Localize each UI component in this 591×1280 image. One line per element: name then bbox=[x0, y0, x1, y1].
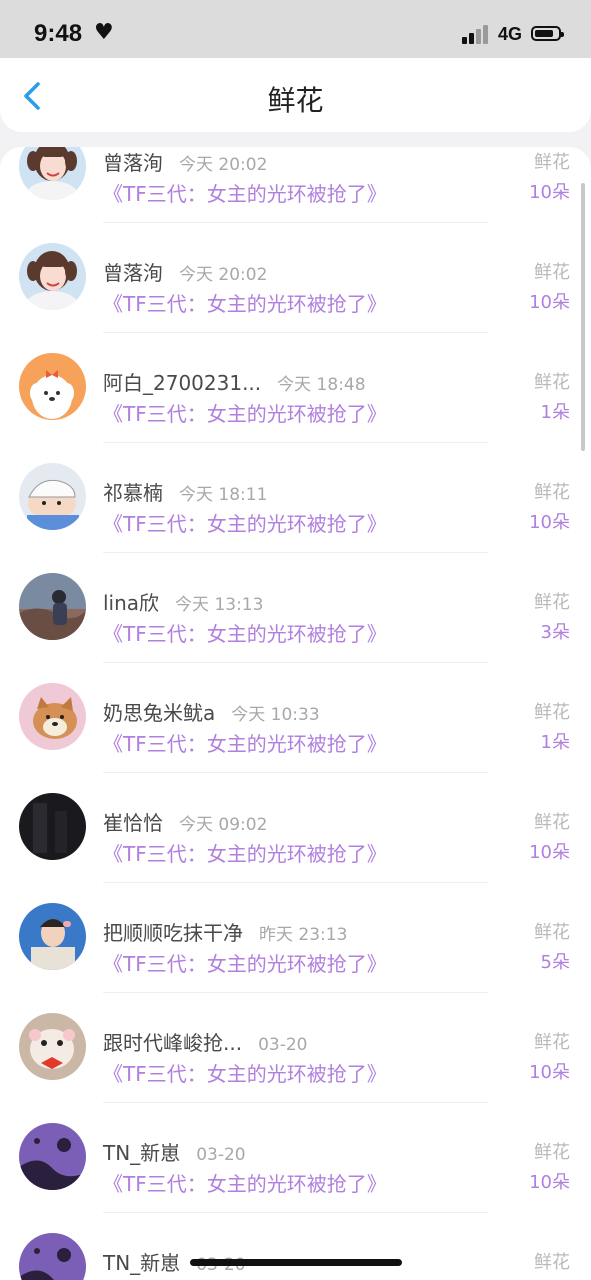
book-title[interactable]: 《TF三代：女主的光环被抢了》 bbox=[103, 1058, 387, 1087]
user-name: 奶思兔米鱿a 今天 10:33 bbox=[103, 697, 320, 726]
timestamp: 昨天 23:13 bbox=[259, 925, 348, 945]
avatar[interactable] bbox=[19, 1233, 86, 1280]
user-name-text: 跟时代峰峻抢... bbox=[103, 1031, 243, 1055]
book-title[interactable]: 《TF三代：女主的光环被抢了》 bbox=[103, 948, 387, 977]
user-name: 祁慕楠 今天 18:11 bbox=[103, 477, 267, 506]
timestamp: 今天 18:11 bbox=[179, 485, 268, 505]
user-name-text: TN_新崽 bbox=[103, 1251, 181, 1275]
avatar[interactable] bbox=[19, 147, 86, 200]
gift-type-label: 鲜花 bbox=[534, 152, 570, 173]
gift-type-label: 鲜花 bbox=[534, 812, 570, 833]
gift-list: 曾落洵 今天 20:02 《TF三代：女主的光环被抢了》 鲜花 10朵 曾落洵 今天 20:… bbox=[0, 147, 591, 1280]
user-name-text: 曾落洵 bbox=[103, 151, 163, 175]
avatar[interactable] bbox=[19, 463, 86, 530]
gift-count: 3朵 bbox=[540, 622, 570, 643]
avatar[interactable] bbox=[19, 1123, 86, 1190]
avatar[interactable] bbox=[19, 793, 86, 860]
gift-type-label: 鲜花 bbox=[534, 1252, 570, 1273]
book-title[interactable]: 《TF三代：女主的光环被抢了》 bbox=[103, 398, 387, 427]
gift-count: 1朵 bbox=[540, 402, 570, 423]
timestamp: 03-20 bbox=[258, 1035, 308, 1055]
gift-list-item[interactable]: lina欣 今天 13:13 《TF三代：女主的光环被抢了》 鲜花 3朵 bbox=[0, 553, 591, 663]
user-name-text: 阿白_2700231... bbox=[103, 371, 262, 395]
gift-list-item[interactable]: 曾落洵 今天 20:02 《TF三代：女主的光环被抢了》 鲜花 10朵 bbox=[0, 147, 591, 223]
book-title[interactable]: 《TF三代：女主的光环被抢了》 bbox=[103, 618, 387, 647]
scrollbar[interactable] bbox=[581, 183, 585, 451]
gift-type-label: 鲜花 bbox=[534, 592, 570, 613]
avatar[interactable] bbox=[19, 573, 86, 640]
status-time: 9:48 bbox=[34, 20, 83, 47]
gift-count: 10朵 bbox=[529, 1062, 570, 1083]
gift-list-item[interactable]: 奶思兔米鱿a 今天 10:33 《TF三代：女主的光环被抢了》 鲜花 1朵 bbox=[0, 663, 591, 773]
gift-type-label: 鲜花 bbox=[534, 372, 570, 393]
timestamp: 03-20 bbox=[196, 1145, 246, 1165]
page-title: 鲜花 bbox=[267, 84, 324, 117]
user-name: 阿白_2700231... 今天 18:48 bbox=[103, 367, 366, 396]
user-name: lina欣 今天 13:13 bbox=[103, 587, 263, 616]
user-name: 崔恰恰 今天 09:02 bbox=[103, 807, 267, 836]
gift-type-label: 鲜花 bbox=[534, 262, 570, 283]
user-name-text: 曾落洵 bbox=[103, 261, 163, 285]
timestamp: 今天 20:02 bbox=[179, 265, 268, 285]
gift-list-item[interactable]: 曾落洵 今天 20:02 《TF三代：女主的光环被抢了》 鲜花 10朵 bbox=[0, 223, 591, 333]
user-name-text: 祁慕楠 bbox=[103, 481, 163, 505]
avatar[interactable] bbox=[19, 243, 86, 310]
gift-type-label: 鲜花 bbox=[534, 702, 570, 723]
network-type: 4G bbox=[498, 24, 523, 44]
user-name-text: TN_新崽 bbox=[103, 1141, 181, 1165]
battery-icon bbox=[531, 26, 564, 41]
timestamp: 今天 13:13 bbox=[175, 595, 264, 615]
user-name: TN_新崽 03-20 bbox=[103, 1137, 246, 1166]
signal-icon bbox=[462, 24, 492, 44]
user-name: 跟时代峰峻抢... 03-20 bbox=[103, 1027, 307, 1056]
gift-count: 10朵 bbox=[529, 292, 570, 313]
avatar[interactable] bbox=[19, 1013, 86, 1080]
timestamp: 今天 18:48 bbox=[277, 375, 366, 395]
gift-count: 1朵 bbox=[540, 732, 570, 753]
user-name-text: 把顺顺吃抹干净 bbox=[103, 921, 243, 945]
timestamp: 今天 10:33 bbox=[231, 705, 320, 725]
book-title[interactable]: 《TF三代：女主的光环被抢了》 bbox=[103, 1168, 387, 1197]
gift-type-label: 鲜花 bbox=[534, 482, 570, 503]
user-name: 曾落洵 今天 20:02 bbox=[103, 257, 267, 286]
gift-type-label: 鲜花 bbox=[534, 1142, 570, 1163]
status-bar: 9:48 ♥ 4G bbox=[0, 0, 591, 58]
gift-count: 10朵 bbox=[529, 512, 570, 533]
gift-count: 10朵 bbox=[529, 842, 570, 863]
nav-bar: 鲜花 bbox=[0, 58, 591, 132]
user-name: 曾落洵 今天 20:02 bbox=[103, 147, 267, 176]
book-title[interactable]: 《TF三代：女主的光环被抢了》 bbox=[103, 508, 387, 537]
timestamp: 今天 20:02 bbox=[179, 155, 268, 175]
gift-type-label: 鲜花 bbox=[534, 922, 570, 943]
gift-count: 10朵 bbox=[529, 1172, 570, 1193]
gift-list-item[interactable]: 祁慕楠 今天 18:11 《TF三代：女主的光环被抢了》 鲜花 10朵 bbox=[0, 443, 591, 553]
avatar[interactable] bbox=[19, 683, 86, 750]
gift-list-container: 曾落洵 今天 20:02 《TF三代：女主的光环被抢了》 鲜花 10朵 曾落洵 今天 20:… bbox=[0, 147, 591, 1280]
user-name-text: 崔恰恰 bbox=[103, 811, 163, 835]
home-indicator bbox=[190, 1259, 402, 1266]
gift-type-label: 鲜花 bbox=[534, 1032, 570, 1053]
heart-icon: ♥ bbox=[94, 20, 114, 45]
gift-list-item[interactable]: 跟时代峰峻抢... 03-20 《TF三代：女主的光环被抢了》 鲜花 10朵 bbox=[0, 993, 591, 1103]
avatar[interactable] bbox=[19, 903, 86, 970]
book-title[interactable]: 《TF三代：女主的光环被抢了》 bbox=[103, 838, 387, 867]
gift-list-item[interactable]: 崔恰恰 今天 09:02 《TF三代：女主的光环被抢了》 鲜花 10朵 bbox=[0, 773, 591, 883]
user-name-text: 奶思兔米鱿a bbox=[103, 701, 216, 725]
timestamp: 今天 09:02 bbox=[179, 815, 268, 835]
book-title[interactable]: 《TF三代：女主的光环被抢了》 bbox=[103, 728, 387, 757]
gift-count: 5朵 bbox=[540, 952, 570, 973]
user-name: 把顺顺吃抹干净 昨天 23:13 bbox=[103, 917, 347, 946]
gift-list-item[interactable]: 阿白_2700231... 今天 18:48 《TF三代：女主的光环被抢了》 鲜花 1朵 bbox=[0, 333, 591, 443]
user-name-text: lina欣 bbox=[103, 591, 160, 615]
avatar[interactable] bbox=[19, 353, 86, 420]
gift-list-item[interactable]: 把顺顺吃抹干净 昨天 23:13 《TF三代：女主的光环被抢了》 鲜花 5朵 bbox=[0, 883, 591, 993]
book-title[interactable]: 《TF三代：女主的光环被抢了》 bbox=[103, 288, 387, 317]
book-title[interactable]: 《TF三代：女主的光环被抢了》 bbox=[103, 178, 387, 207]
gift-list-item[interactable]: TN_新崽 03-20 《TF三代：女主的光环被抢了》 鲜花 10朵 bbox=[0, 1103, 591, 1213]
gift-list-item[interactable]: TN_新崽03-20《TF三代：女主的光环被抢了》鲜花 bbox=[0, 1213, 591, 1280]
gift-count: 10朵 bbox=[529, 182, 570, 203]
